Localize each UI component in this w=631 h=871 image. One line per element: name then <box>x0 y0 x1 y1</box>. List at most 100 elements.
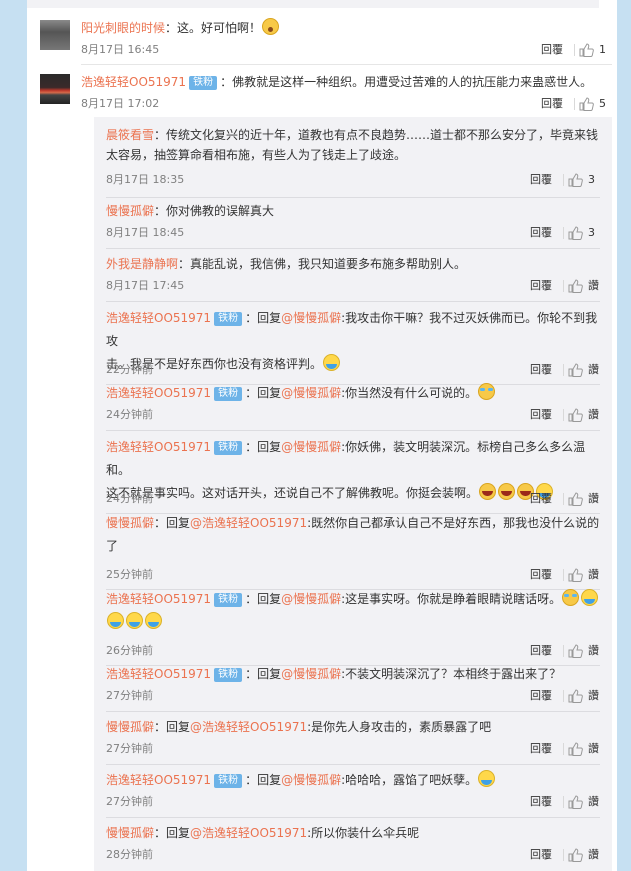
fan-badge: 铁粉 <box>214 387 243 401</box>
reply-button[interactable]: 回覆 <box>530 846 552 864</box>
thumbs-up-icon <box>568 568 583 582</box>
like-button[interactable]: 讚 <box>568 490 600 508</box>
reply-button[interactable]: 回覆 <box>541 41 563 59</box>
divider <box>563 690 564 702</box>
reply-meta: 27分钟前 回覆 讚 <box>106 687 600 705</box>
mention-link[interactable]: @浩逸轻轻OO51971 <box>190 516 307 530</box>
mention-link[interactable]: @慢慢孤僻 <box>281 311 341 325</box>
thumbs-up-icon <box>568 795 583 809</box>
like-button[interactable]: 3 <box>568 224 600 242</box>
thumbs-up-icon <box>568 742 583 756</box>
timestamp: 27分钟前 <box>106 689 153 702</box>
username-link[interactable]: 慢慢孤僻 <box>106 516 154 530</box>
thumbs-up-icon <box>579 97 594 111</box>
reply-text: 慢慢孤僻：回复@浩逸轻轻OO51971:所以你装什么伞兵呢 <box>106 823 600 843</box>
like-count: 1 <box>599 43 606 56</box>
like-button[interactable]: 讚 <box>568 642 600 660</box>
reply-button[interactable]: 回覆 <box>530 740 552 758</box>
comment-meta: 8月17日 16:45 回覆 1 <box>81 41 611 59</box>
reply-button[interactable]: 回覆 <box>530 642 552 660</box>
like-button[interactable]: 讚 <box>568 406 600 424</box>
username-link[interactable]: 浩逸轻轻OO51971 <box>81 75 186 89</box>
mention-link[interactable]: @浩逸轻轻OO51971 <box>190 826 307 840</box>
reply-text: 浩逸轻轻OO51971 铁粉 ：回复@慢慢孤僻:这是事实呀。你就是睁着眼睛说瞎话呀。 <box>106 588 600 634</box>
comment-panel: 阳光刺眼的时候：这。好可怕啊！ 8月17日 16:45 回覆 1 浩逸轻轻OO5… <box>27 0 617 871</box>
like-button[interactable]: 讚 <box>568 361 600 379</box>
timestamp: 22分钟前 <box>106 363 153 376</box>
reply-button[interactable]: 回覆 <box>530 171 552 189</box>
reply-button[interactable]: 回覆 <box>530 361 552 379</box>
divider <box>106 197 600 198</box>
like-button[interactable]: 讚 <box>568 846 600 864</box>
divider <box>563 227 564 239</box>
like-count: 讚 <box>588 568 599 581</box>
divider <box>81 64 612 65</box>
reply-button[interactable]: 回覆 <box>530 793 552 811</box>
reply-prefix: ：回复 <box>154 720 191 734</box>
timestamp: 27分钟前 <box>106 742 153 755</box>
mention-link[interactable]: @慢慢孤僻 <box>281 440 341 454</box>
comment-text: 浩逸轻轻OO51971 铁粉 ：佛教就是这样一种组织。用遭受过苦难的人的抗压能力来蛊… <box>81 72 611 92</box>
reply-meta: 26分钟前 回覆 讚 <box>106 642 600 660</box>
avatar[interactable] <box>40 74 70 104</box>
like-button[interactable]: 讚 <box>568 687 600 705</box>
username-link[interactable]: 浩逸轻轻OO51971 <box>106 311 211 325</box>
reply-meta: 25分钟前 回覆 讚 <box>106 566 600 584</box>
avatar[interactable] <box>40 20 70 50</box>
username-link[interactable]: 浩逸轻轻OO51971 <box>106 386 211 400</box>
like-button[interactable]: 讚 <box>568 566 600 584</box>
reply-button[interactable]: 回覆 <box>541 95 563 113</box>
timestamp: 24分钟前 <box>106 408 153 421</box>
divider <box>563 645 564 657</box>
username-link[interactable]: 浩逸轻轻OO51971 <box>106 440 211 454</box>
reply-button[interactable]: 回覆 <box>530 406 552 424</box>
username-link[interactable]: 慢慢孤僻 <box>106 826 154 840</box>
reply-text: 外我是静静啊：真能乱说，我信佛，我只知道要多布施多帮助别人。 <box>106 254 600 274</box>
timestamp: 28分钟前 <box>106 848 153 861</box>
like-button[interactable]: 1 <box>579 41 611 59</box>
mention-link[interactable]: @慢慢孤僻 <box>281 667 341 681</box>
like-button[interactable]: 3 <box>568 171 600 189</box>
like-count: 讚 <box>588 492 599 505</box>
fan-badge: 铁粉 <box>214 774 243 788</box>
username-link[interactable]: 浩逸轻轻OO51971 <box>106 773 211 787</box>
reply-content: :你当然没有什么可说的。 <box>341 386 478 400</box>
mention-link[interactable]: @浩逸轻轻OO51971 <box>190 720 307 734</box>
timestamp: 8月17日 16:45 <box>81 43 160 56</box>
comment-item: 浩逸轻轻OO51971 铁粉 ：佛教就是这样一种组织。用遭受过苦难的人的抗压能力来蛊… <box>40 74 612 114</box>
reply-prefix: ：回复 <box>245 773 282 787</box>
shocked-emoji-icon <box>262 18 280 35</box>
reply-meta: 27分钟前 回覆 讚 <box>106 740 600 758</box>
username-link[interactable]: 慢慢孤僻 <box>106 720 154 734</box>
reply-text: 浩逸轻轻OO51971 铁粉 ：回复@慢慢孤僻:哈哈哈，露馅了吧妖孽。 <box>106 770 600 790</box>
reply-content: ：你对佛教的误解真大 <box>154 204 275 218</box>
divider <box>563 849 564 861</box>
timestamp: 8月17日 17:45 <box>106 279 185 292</box>
like-count: 讚 <box>588 848 599 861</box>
like-button[interactable]: 讚 <box>568 740 600 758</box>
username-link[interactable]: 外我是静静啊 <box>106 257 178 271</box>
like-button[interactable]: 5 <box>579 95 611 113</box>
mention-link[interactable]: @慢慢孤僻 <box>281 386 341 400</box>
username-link[interactable]: 浩逸轻轻OO51971 <box>106 592 211 606</box>
thumbs-up-icon <box>568 279 583 293</box>
mention-link[interactable]: @慢慢孤僻 <box>281 592 341 606</box>
like-button[interactable]: 讚 <box>568 277 600 295</box>
reply-button[interactable]: 回覆 <box>530 224 552 242</box>
username-link[interactable]: 浩逸轻轻OO51971 <box>106 667 211 681</box>
reply-button[interactable]: 回覆 <box>530 490 552 508</box>
username-link[interactable]: 晨筱看雪 <box>106 128 154 142</box>
top-bar <box>27 0 599 8</box>
comment-meta: 8月17日 17:02 回覆 5 <box>81 95 611 113</box>
reply-button[interactable]: 回覆 <box>530 566 552 584</box>
divider <box>563 569 564 581</box>
divider <box>563 364 564 376</box>
mention-link[interactable]: @慢慢孤僻 <box>281 773 341 787</box>
like-button[interactable]: 讚 <box>568 793 600 811</box>
username-link[interactable]: 慢慢孤僻 <box>106 204 154 218</box>
username-link[interactable]: 阳光刺眼的时候 <box>81 21 165 35</box>
comment-content: ：这。好可怕啊！ <box>165 21 262 35</box>
like-count: 讚 <box>588 644 599 657</box>
reply-button[interactable]: 回覆 <box>530 277 552 295</box>
reply-button[interactable]: 回覆 <box>530 687 552 705</box>
